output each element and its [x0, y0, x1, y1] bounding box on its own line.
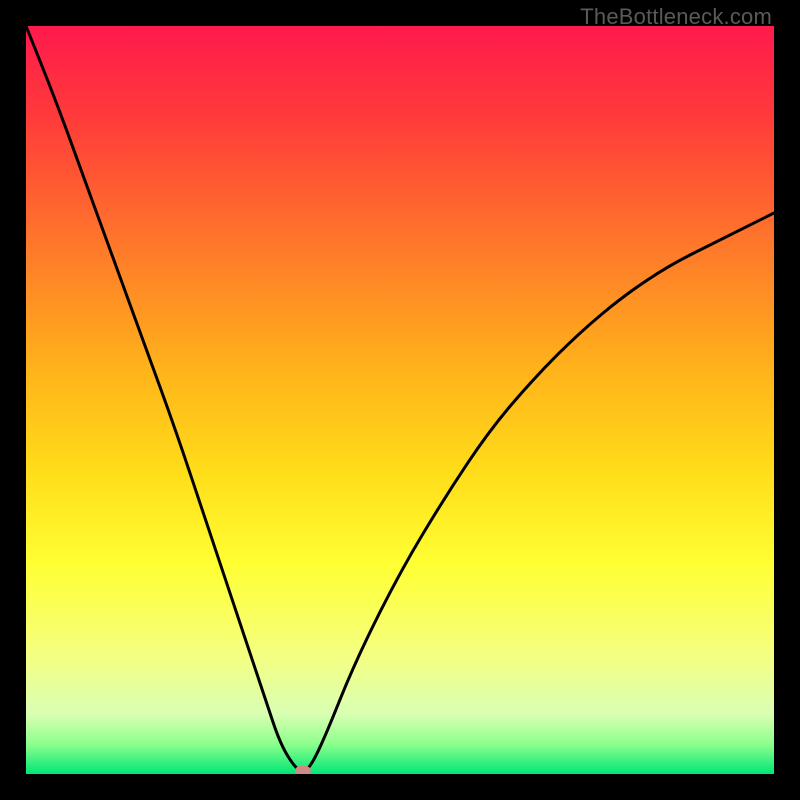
chart-frame: TheBottleneck.com [0, 0, 800, 800]
bottleneck-curve [26, 26, 774, 774]
optimal-point-marker [295, 766, 311, 774]
curve-path [26, 26, 774, 770]
watermark-label: TheBottleneck.com [580, 4, 772, 30]
plot-area [26, 26, 774, 774]
